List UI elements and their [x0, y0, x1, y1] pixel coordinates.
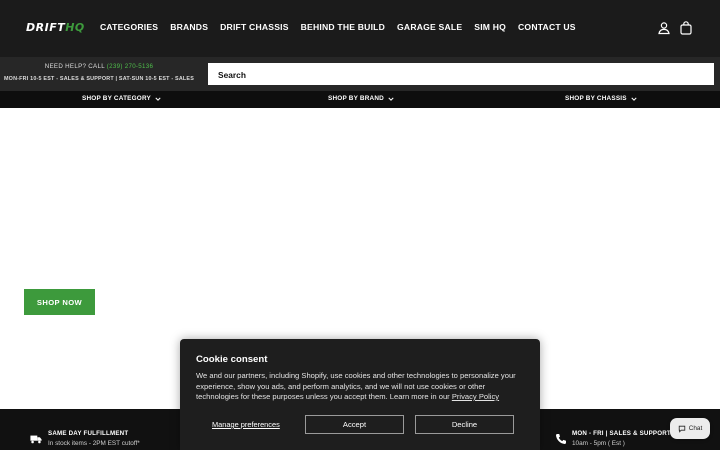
- shop-now-button[interactable]: SHOP NOW: [24, 289, 95, 315]
- feature-hours-sub: 10am - 5pm ( Est ): [572, 440, 625, 447]
- search-box[interactable]: [208, 63, 714, 86]
- nav-drift-chassis[interactable]: DRIFT CHASSIS: [220, 22, 289, 32]
- cookie-consent-dialog: Cookie consent We and our partners, incl…: [180, 339, 540, 450]
- nav-sim-hq[interactable]: SIM HQ: [474, 22, 506, 32]
- truck-icon: [30, 435, 42, 444]
- feature-fulfillment-title: SAME DAY FULFILLMENT: [48, 430, 129, 437]
- manage-preferences-link[interactable]: Manage preferences: [212, 420, 280, 429]
- user-icon[interactable]: [656, 20, 672, 36]
- shop-by-category-label: SHOP BY CATEGORY: [82, 95, 152, 102]
- nav-behind-the-build[interactable]: BEHIND THE BUILD: [301, 22, 385, 32]
- chevron-down-icon: [388, 97, 394, 101]
- nav-brands[interactable]: BRANDS: [170, 22, 208, 32]
- shop-by-brand-label: SHOP BY BRAND: [328, 95, 384, 102]
- feature-fulfillment-sub: In stock items - 2PM EST cutoff*: [48, 440, 140, 447]
- shop-by-chassis-label: SHOP BY CHASSIS: [565, 95, 627, 102]
- help-phone[interactable]: (239) 270-5136: [107, 63, 154, 70]
- phone-icon: [556, 434, 566, 444]
- site-logo[interactable]: DRIFTHQ: [26, 21, 85, 34]
- shop-by-chassis[interactable]: SHOP BY CHASSIS: [565, 95, 637, 102]
- business-hours: MON-FRI 10-5 EST - SALES & SUPPORT | SAT…: [3, 76, 195, 82]
- nav-categories[interactable]: CATEGORIES: [100, 22, 158, 32]
- search-input[interactable]: [208, 64, 714, 86]
- chat-label: Chat: [688, 425, 703, 432]
- shop-bar: SHOP BY CATEGORY SHOP BY BRAND SHOP BY C…: [0, 91, 720, 108]
- nav-contact-us[interactable]: CONTACT US: [518, 22, 576, 32]
- privacy-policy-link[interactable]: Privacy Policy: [452, 392, 499, 401]
- chevron-down-icon: [155, 97, 161, 101]
- nav-garage-sale[interactable]: GARAGE SALE: [397, 22, 462, 32]
- chat-bubble-icon: [678, 425, 685, 433]
- accept-button[interactable]: Accept: [305, 415, 404, 434]
- logo-text: DRIFT: [26, 21, 66, 34]
- site-header: DRIFTHQ CATEGORIES BRANDS DRIFT CHASSIS …: [0, 0, 720, 57]
- help-line: NEED HELP? CALL (239) 270-5136: [0, 63, 198, 70]
- cookie-title: Cookie consent: [196, 354, 268, 365]
- chevron-down-icon: [631, 97, 637, 101]
- decline-button[interactable]: Decline: [415, 415, 514, 434]
- cookie-body: We and our partners, including Shopify, …: [196, 371, 528, 403]
- chat-button[interactable]: Chat: [670, 418, 710, 439]
- shop-by-category[interactable]: SHOP BY CATEGORY: [82, 95, 161, 102]
- help-prefix: NEED HELP? CALL: [44, 63, 105, 70]
- main-nav: CATEGORIES BRANDS DRIFT CHASSIS BEHIND T…: [100, 22, 588, 32]
- bag-icon[interactable]: [678, 20, 694, 36]
- shop-by-brand[interactable]: SHOP BY BRAND: [328, 95, 394, 102]
- logo-accent: HQ: [65, 21, 85, 34]
